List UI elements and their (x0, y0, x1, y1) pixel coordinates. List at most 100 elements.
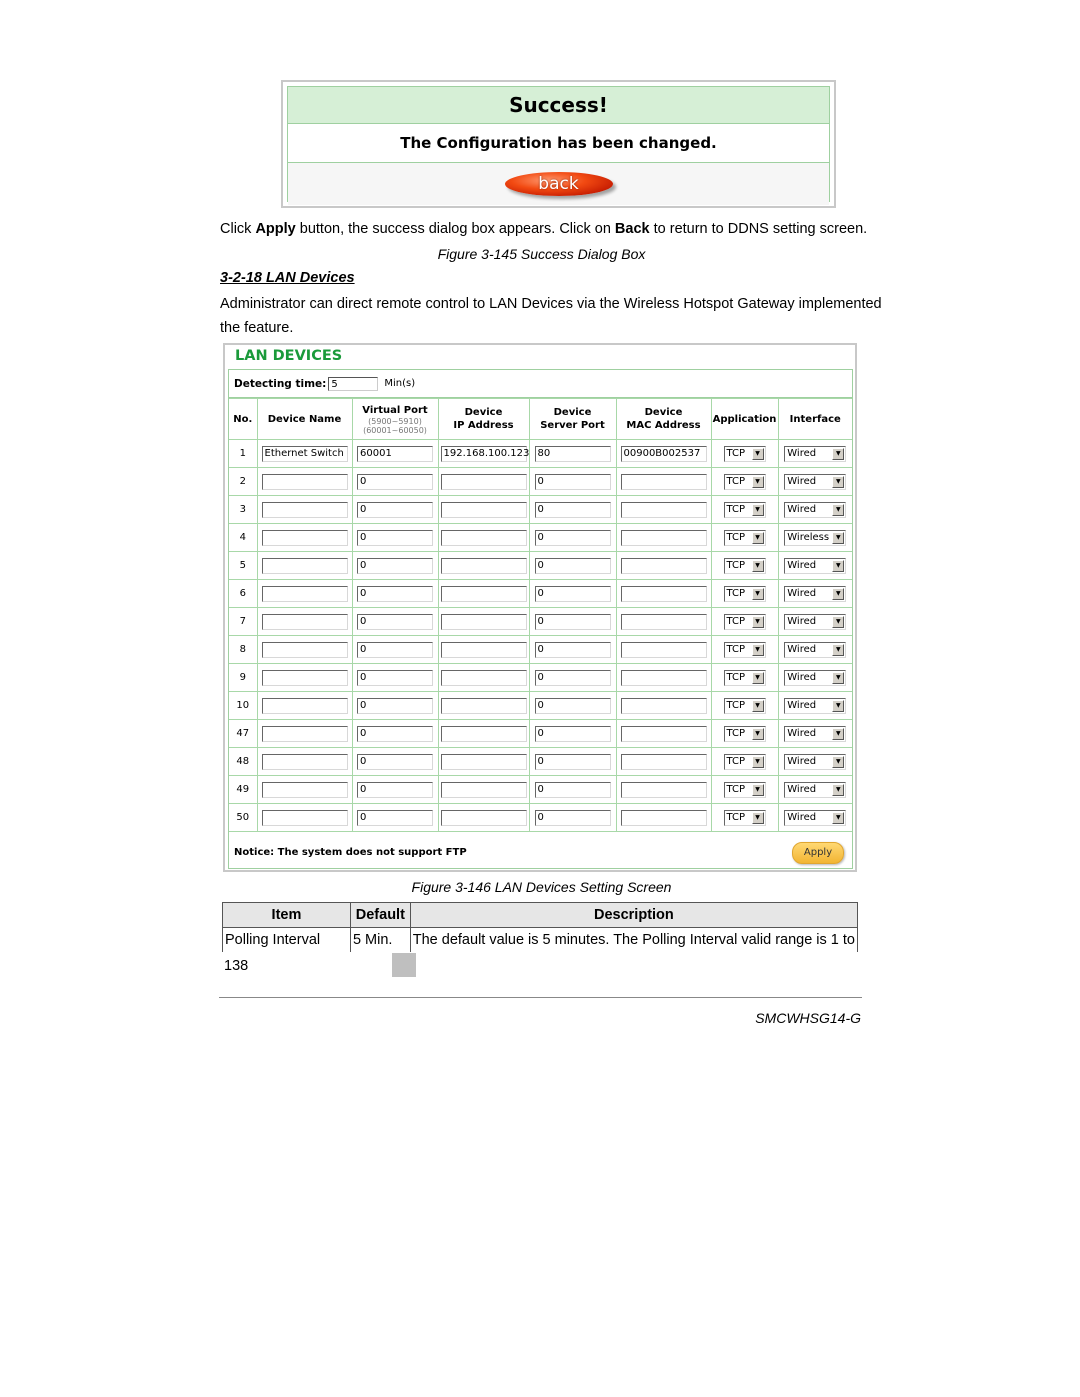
ip-address-input[interactable] (440, 697, 527, 714)
interface-select[interactable]: Wired ▼ (784, 753, 847, 770)
ip-address-input[interactable] (440, 809, 527, 826)
chevron-down-icon[interactable]: ▼ (832, 643, 845, 656)
mac-address-input[interactable] (620, 557, 707, 574)
chevron-down-icon[interactable]: ▼ (751, 727, 764, 740)
apply-button[interactable]: Apply (792, 841, 844, 864)
interface-select[interactable]: Wired ▼ (784, 697, 847, 714)
ip-address-input[interactable] (440, 501, 527, 518)
device-name-input[interactable] (261, 669, 348, 686)
chevron-down-icon[interactable]: ▼ (832, 783, 845, 796)
server-port-input[interactable]: 0 (534, 809, 611, 826)
server-port-input[interactable]: 0 (534, 781, 611, 798)
virtual-port-input[interactable]: 0 (357, 641, 433, 658)
device-name-input[interactable] (261, 557, 348, 574)
interface-select[interactable]: Wired ▼ (784, 669, 847, 686)
chevron-down-icon[interactable]: ▼ (832, 531, 845, 544)
interface-select[interactable]: Wired ▼ (784, 809, 847, 826)
mac-address-input[interactable]: 00900B002537 (620, 445, 707, 462)
interface-select[interactable]: Wired ▼ (784, 557, 847, 574)
application-select[interactable]: TCP ▼ (723, 529, 766, 546)
server-port-input[interactable]: 0 (534, 585, 611, 602)
virtual-port-input[interactable]: 0 (357, 781, 433, 798)
ip-address-input[interactable]: 192.168.100.123 (440, 445, 529, 462)
mac-address-input[interactable] (620, 809, 707, 826)
interface-select[interactable]: Wired ▼ (784, 725, 847, 742)
chevron-down-icon[interactable]: ▼ (751, 447, 764, 460)
virtual-port-input[interactable]: 0 (357, 473, 433, 490)
device-name-input[interactable] (261, 753, 348, 770)
mac-address-input[interactable] (620, 753, 707, 770)
device-name-input[interactable] (261, 473, 348, 490)
virtual-port-input[interactable]: 0 (357, 697, 433, 714)
device-name-input[interactable] (261, 781, 348, 798)
mac-address-input[interactable] (620, 501, 707, 518)
ip-address-input[interactable] (440, 781, 527, 798)
chevron-down-icon[interactable]: ▼ (832, 811, 845, 824)
mac-address-input[interactable] (620, 641, 707, 658)
chevron-down-icon[interactable]: ▼ (832, 587, 845, 600)
ip-address-input[interactable] (440, 641, 527, 658)
application-select[interactable]: TCP ▼ (723, 585, 766, 602)
chevron-down-icon[interactable]: ▼ (751, 587, 764, 600)
server-port-input[interactable]: 0 (534, 613, 611, 630)
application-select[interactable]: TCP ▼ (723, 753, 766, 770)
chevron-down-icon[interactable]: ▼ (751, 531, 764, 544)
server-port-input[interactable]: 0 (534, 669, 611, 686)
virtual-port-input[interactable]: 0 (357, 585, 433, 602)
interface-select[interactable]: Wired ▼ (784, 641, 847, 658)
device-name-input[interactable] (261, 529, 348, 546)
interface-select[interactable]: Wireless ▼ (784, 529, 847, 546)
mac-address-input[interactable] (620, 725, 707, 742)
virtual-port-input[interactable]: 0 (357, 725, 433, 742)
application-select[interactable]: TCP ▼ (723, 669, 766, 686)
detecting-time-input[interactable]: 5 (328, 376, 379, 391)
server-port-input[interactable]: 0 (534, 473, 611, 490)
chevron-down-icon[interactable]: ▼ (832, 727, 845, 740)
server-port-input[interactable]: 80 (534, 445, 611, 462)
chevron-down-icon[interactable]: ▼ (832, 503, 845, 516)
chevron-down-icon[interactable]: ▼ (751, 615, 764, 628)
device-name-input[interactable] (261, 613, 348, 630)
server-port-input[interactable]: 0 (534, 725, 611, 742)
virtual-port-input[interactable]: 0 (357, 753, 433, 770)
application-select[interactable]: TCP ▼ (723, 809, 766, 826)
chevron-down-icon[interactable]: ▼ (832, 447, 845, 460)
chevron-down-icon[interactable]: ▼ (832, 475, 845, 488)
server-port-input[interactable]: 0 (534, 557, 611, 574)
virtual-port-input[interactable]: 0 (357, 529, 433, 546)
device-name-input[interactable] (261, 585, 348, 602)
virtual-port-input[interactable]: 0 (357, 557, 433, 574)
chevron-down-icon[interactable]: ▼ (751, 811, 764, 824)
mac-address-input[interactable] (620, 473, 707, 490)
server-port-input[interactable]: 0 (534, 697, 611, 714)
device-name-input[interactable] (261, 641, 348, 658)
back-button[interactable]: back (504, 172, 613, 196)
chevron-down-icon[interactable]: ▼ (832, 699, 845, 712)
interface-select[interactable]: Wired ▼ (784, 781, 847, 798)
interface-select[interactable]: Wired ▼ (784, 613, 847, 630)
interface-select[interactable]: Wired ▼ (784, 473, 847, 490)
virtual-port-input[interactable]: 60001 (357, 445, 433, 462)
mac-address-input[interactable] (620, 585, 707, 602)
application-select[interactable]: TCP ▼ (723, 613, 766, 630)
application-select[interactable]: TCP ▼ (723, 501, 766, 518)
chevron-down-icon[interactable]: ▼ (832, 671, 845, 684)
ip-address-input[interactable] (440, 557, 527, 574)
device-name-input[interactable] (261, 725, 348, 742)
interface-select[interactable]: Wired ▼ (784, 501, 847, 518)
interface-select[interactable]: Wired ▼ (784, 585, 847, 602)
device-name-input[interactable] (261, 809, 348, 826)
virtual-port-input[interactable]: 0 (357, 809, 433, 826)
chevron-down-icon[interactable]: ▼ (751, 559, 764, 572)
mac-address-input[interactable] (620, 781, 707, 798)
mac-address-input[interactable] (620, 669, 707, 686)
ip-address-input[interactable] (440, 529, 527, 546)
mac-address-input[interactable] (620, 697, 707, 714)
chevron-down-icon[interactable]: ▼ (832, 755, 845, 768)
device-name-input[interactable]: Ethernet Switch (261, 445, 348, 462)
application-select[interactable]: TCP ▼ (723, 781, 766, 798)
chevron-down-icon[interactable]: ▼ (751, 755, 764, 768)
ip-address-input[interactable] (440, 613, 527, 630)
chevron-down-icon[interactable]: ▼ (751, 503, 764, 516)
chevron-down-icon[interactable]: ▼ (751, 783, 764, 796)
